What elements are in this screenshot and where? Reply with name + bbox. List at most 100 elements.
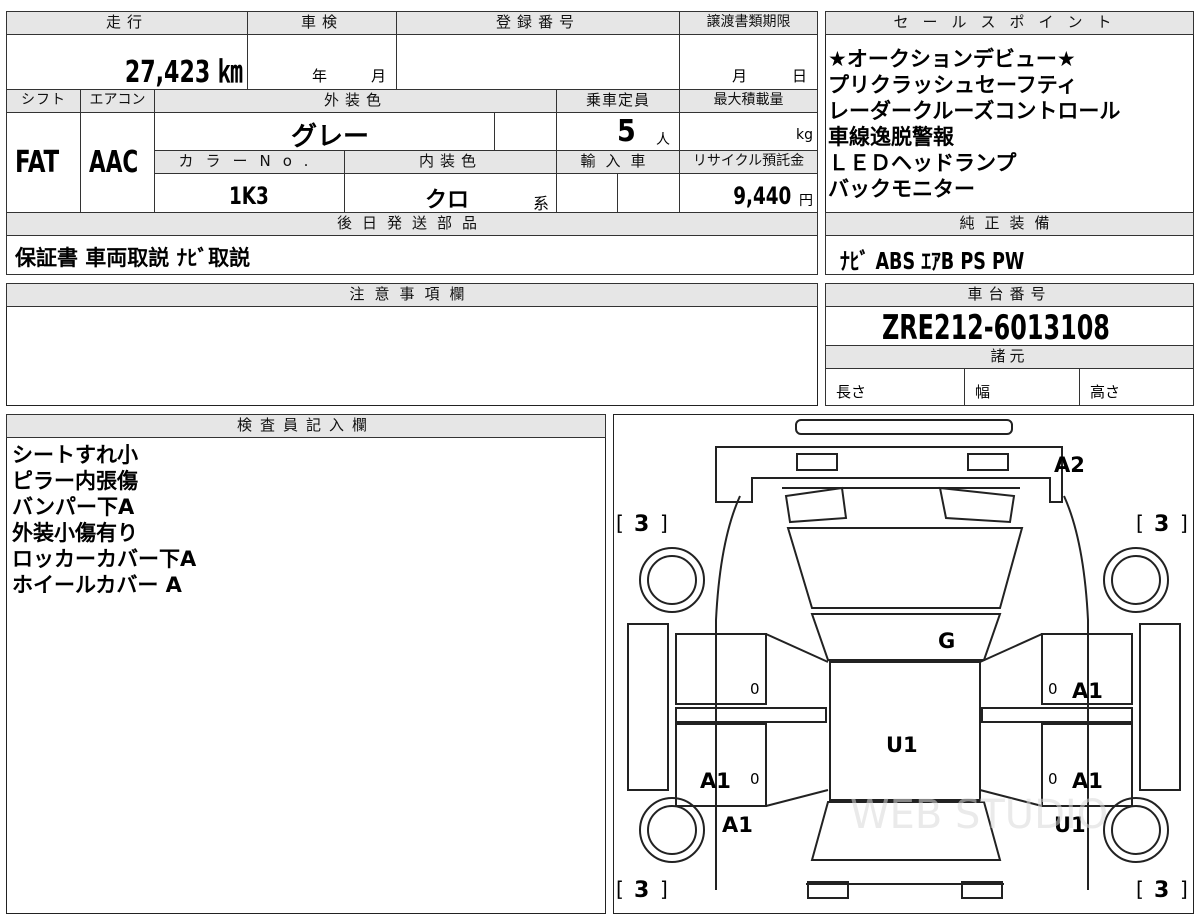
wheel-rear-left xyxy=(639,797,705,863)
sales-points-header: セールスポイント xyxy=(825,11,1194,35)
tire-tread-rl: 3 xyxy=(634,878,649,900)
chassis-value: ZRE212-6013108 xyxy=(882,308,1110,348)
sales-point-item: プリクラッシュセーフティ xyxy=(828,73,1078,97)
svg-text:[: [ xyxy=(616,511,624,535)
car-diagram: [ 3 ] [ 3 ] [ 3 ] [ 3 ] A2 G U1 A1 A1 A1… xyxy=(616,419,1188,900)
interior-color-suffix: 系 xyxy=(533,194,550,213)
wheel-rear-right xyxy=(1103,797,1169,863)
sales-point-item: 車線逸脱警報 xyxy=(828,125,954,149)
sales-point-item: ★オークションデビュー★ xyxy=(828,47,1076,71)
equipment-cell: ﾅﾋﾞ ABS ｴｱB PS PW xyxy=(825,235,1194,275)
recycle-unit: 円 xyxy=(799,193,813,209)
sales-points-list: ★オークションデビュー★ プリクラッシュセーフティ レーダークルーズコントロール… xyxy=(828,46,1192,202)
hood xyxy=(786,527,1024,609)
inspection-month-unit: 月 xyxy=(371,67,387,85)
front-bumper-bar xyxy=(795,419,1013,435)
sales-point-item: レーダークルーズコントロール xyxy=(828,99,1121,123)
mark-right-rear-door: A1 xyxy=(1072,769,1103,793)
shift-cell: FAT xyxy=(6,112,81,213)
inspector-line: 外装小傷有り xyxy=(12,521,138,545)
spec-height-cell: 高さ xyxy=(1079,368,1194,406)
zero-mark: 0 xyxy=(750,770,760,788)
inspection-header: 車検 xyxy=(247,11,397,35)
max-load-cell: kg xyxy=(679,112,818,151)
inspector-line: ホイールカバー A xyxy=(12,573,182,597)
mileage-value: 27,423 ㎞ xyxy=(125,55,243,90)
svg-text:]: ] xyxy=(1180,511,1188,535)
zero-mark: 0 xyxy=(750,680,760,698)
headlight-right xyxy=(938,486,1016,524)
mark-left-rear-fender: A1 xyxy=(722,813,753,837)
inspector-line: バンパー下A xyxy=(12,495,135,519)
inspector-line: ピラー内張傷 xyxy=(12,469,138,493)
mark-right-front-door: A1 xyxy=(1072,679,1103,703)
mileage-cell: 27,423 ㎞ xyxy=(6,34,248,90)
ac-cell: AAC xyxy=(80,112,155,213)
shipping-cell: 保証書 車両取説 ﾅﾋﾞ取説 xyxy=(6,235,818,275)
sales-point-item: ＬＥＤヘッドランプ xyxy=(828,151,1017,175)
interior-color-header: 内装色 xyxy=(344,150,557,174)
capacity-unit: 人 xyxy=(656,132,670,148)
shift-header: シフト xyxy=(6,89,81,113)
specs-header: 諸元 xyxy=(825,345,1194,369)
left-rear-door xyxy=(675,723,767,807)
import-cell-b xyxy=(617,173,680,213)
spec-height-label: 高さ xyxy=(1090,383,1121,401)
svg-text:[: [ xyxy=(616,877,624,900)
windshield xyxy=(810,613,1002,661)
chassis-cell: ZRE212-6013108 xyxy=(825,306,1194,348)
wheel-front-left xyxy=(639,547,705,613)
inspector-line: ロッカーカバー下A xyxy=(12,547,197,571)
interior-color-value: クロ xyxy=(425,188,470,213)
color-no-header: カラーNo. xyxy=(154,150,345,174)
inspector-line: シートすれ小 xyxy=(12,443,138,467)
tire-tread-fr: 3 xyxy=(1154,512,1169,537)
mark-roof: U1 xyxy=(886,733,918,757)
notes-header: 注意事項欄 xyxy=(6,283,818,307)
roof xyxy=(829,661,981,801)
svg-text:]: ] xyxy=(660,511,668,535)
front-light-left xyxy=(796,453,838,471)
mileage-header: 走行 xyxy=(6,11,248,35)
shift-value: FAT xyxy=(15,145,60,180)
inspection-year-unit: 年 xyxy=(312,67,328,85)
import-cell-a xyxy=(556,173,618,213)
capacity-value: 5 xyxy=(617,114,636,149)
svg-text:[: [ xyxy=(1136,511,1144,535)
max-load-header: 最大積載量 xyxy=(679,89,818,113)
wheel-front-right xyxy=(1103,547,1169,613)
inspection-cell: 年 月 xyxy=(247,34,397,90)
sales-point-item: バックモニター xyxy=(828,177,975,201)
svg-text:]: ] xyxy=(660,877,668,900)
ac-value: AAC xyxy=(89,145,139,180)
chassis-header: 車台番号 xyxy=(825,283,1194,307)
left-side-panel xyxy=(627,623,669,791)
recycle-cell: 9,440 円 xyxy=(679,173,818,213)
equipment-value: ﾅﾋﾞ ABS ｴｱB PS PW xyxy=(840,249,1025,275)
transfer-deadline-cell: 月 日 xyxy=(679,34,818,90)
mark-left-rear-door: A1 xyxy=(700,769,731,793)
mark-windshield: G xyxy=(938,629,955,653)
registration-header: 登録番号 xyxy=(396,11,680,35)
shipping-value: 保証書 車両取説 ﾅﾋﾞ取説 xyxy=(15,246,251,270)
tire-tread-rr: 3 xyxy=(1154,878,1169,900)
exterior-color-header: 外装色 xyxy=(154,89,557,113)
spec-length-label: 長さ xyxy=(836,383,867,401)
headlight-left xyxy=(784,486,848,524)
recycle-header: リサイクル預託金 xyxy=(679,150,818,174)
equipment-header: 純正装備 xyxy=(825,212,1194,236)
color-no-cell: 1K3 xyxy=(154,173,345,213)
spec-length-cell: 長さ xyxy=(825,368,965,406)
watermark: WEB STUDIO xyxy=(850,792,1108,838)
registration-cell xyxy=(396,34,680,90)
exterior-color-extra-cell xyxy=(494,112,557,151)
transfer-deadline-header: 譲渡書類期限 xyxy=(679,11,818,35)
ac-header: エアコン xyxy=(80,89,155,113)
capacity-cell: 5 人 xyxy=(556,112,680,151)
max-load-unit: kg xyxy=(796,127,813,143)
recycle-value: 9,440 xyxy=(732,182,791,210)
shipping-header: 後日発送部品 xyxy=(6,212,818,236)
front-bumper xyxy=(715,446,1063,503)
spec-width-cell: 幅 xyxy=(964,368,1080,406)
transfer-month-unit: 月 xyxy=(732,67,748,85)
